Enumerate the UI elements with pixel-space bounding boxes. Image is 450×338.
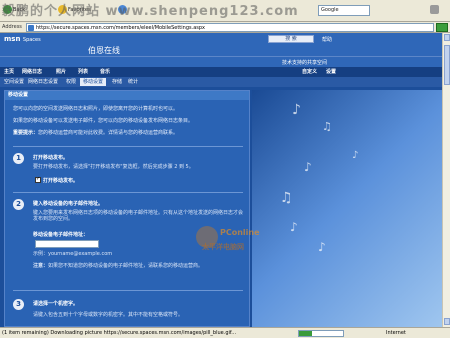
enable-mobile-checkbox[interactable]	[35, 176, 41, 183]
pconline-watermark: PConline 太平洋电脑网	[196, 226, 276, 256]
scrollbar-thumb[interactable]	[444, 45, 450, 85]
back-arrow-icon	[3, 5, 12, 14]
tab-permissions[interactable]: 权限	[66, 78, 76, 86]
back-label: Back	[13, 7, 26, 13]
scroll-down-arrow[interactable]	[444, 318, 450, 325]
address-bar: Address https://secure.spaces.msn.com/me…	[0, 22, 450, 33]
browser-window: Back Favorites Google 毅鹏的个人网站 www.shenpe…	[0, 0, 450, 338]
address-input[interactable]: https://secure.spaces.msn.com/members/el…	[26, 23, 434, 32]
background-decoration: ♪ ♫ ♪ ♫ ♪ ♪ ♪	[252, 90, 442, 327]
watermark-text-2: 太平洋电脑网	[202, 243, 244, 251]
step-1-number: 1	[13, 153, 24, 164]
nav-photos[interactable]: 照片	[56, 68, 66, 76]
nav-settings[interactable]: 设置	[326, 68, 336, 76]
nav-customize[interactable]: 自定义	[302, 68, 317, 76]
refresh-icon	[118, 5, 127, 14]
browser-toolbar: Back Favorites Google	[0, 0, 450, 22]
star-icon	[58, 5, 67, 14]
spaces-header: msn Spaces 伯恩在线 搜 索 帮助 技术支持的共享空间	[0, 33, 442, 67]
step-1: 1 打开移动发布。 要打开移动发布，请选择"打开移动发布"复选框，然后完成步骤 …	[13, 146, 243, 190]
step-2-note: 注意：如果您不知道您的移动设备的电子邮件地址，请联系您的移动运营商。	[33, 263, 245, 269]
step-3-title: 请选择一个机密字。	[33, 301, 79, 307]
step-3-desc: 请键入包含五到十个字母或数字的机密字。其中不能有空格或符号。	[33, 312, 184, 318]
security-zone: Internet	[386, 330, 406, 336]
mobile-email-input[interactable]	[35, 240, 99, 248]
gear-icon	[430, 5, 439, 14]
main-nav: 主页 网络日志 照片 列表 音乐 自定义 设置	[0, 67, 442, 77]
settings-subnav: 空间设置 网络日志设置 权限 移动设置 存储 统计	[0, 77, 442, 87]
nav-home[interactable]: 主页	[4, 68, 14, 76]
powered-by-text: 技术支持的共享空间	[282, 60, 328, 66]
favorites-label: Favorites	[68, 7, 91, 13]
vertical-scrollbar[interactable]	[442, 33, 450, 327]
progress-bar	[298, 330, 344, 337]
status-bar: (1 item remaining) Downloading picture h…	[0, 327, 450, 338]
space-title[interactable]: 伯恩在线	[88, 45, 120, 56]
go-button[interactable]	[436, 23, 448, 32]
step-2-note-label: 注意：	[33, 263, 49, 269]
step-1-title: 打开移动发布。	[33, 155, 69, 161]
tab-blog-settings[interactable]: 网络日志设置	[28, 78, 58, 86]
notice-text: 重要提示：您的移动运营商可能对此收费。详情请与您的移动运营商联系。	[13, 130, 245, 137]
nav-blog[interactable]: 网络日志	[22, 68, 42, 76]
progress-fill	[299, 331, 313, 336]
page-icon	[28, 25, 34, 31]
favorites-button[interactable]: Favorites	[58, 5, 91, 16]
step-2-note-body: 如果您不知道您的移动设备的电子邮件地址，请联系您的移动运营商。	[48, 263, 204, 269]
music-note-icon: ♪	[292, 102, 301, 118]
step-1-desc: 要打开移动发布，请选择"打开移动发布"复选框，然后完成步骤 2 到 5。	[33, 164, 194, 170]
google-search-box[interactable]: Google	[318, 5, 370, 16]
back-button[interactable]: Back	[3, 5, 25, 16]
music-note-icon: ♪	[318, 240, 326, 254]
address-label: Address	[2, 24, 22, 30]
music-note-icon: ♪	[352, 150, 359, 161]
panel-title: 移动设置	[5, 91, 249, 100]
step-2-title: 键入移动设备的电子邮件地址。	[33, 201, 104, 207]
watermark-text-1: PConline	[220, 228, 260, 237]
blog-search-button[interactable]: 搜 索	[268, 35, 314, 43]
intro-text-2: 如果您的移动设备可以发送电子邮件，您可以向您的移动设备发布网络日志条目。	[13, 118, 194, 124]
scroll-up-arrow[interactable]	[444, 34, 450, 41]
notice-body: 您的移动运营商可能对此收费。详情请与您的移动运营商联系。	[38, 130, 179, 136]
nav-music[interactable]: 音乐	[100, 68, 110, 76]
intro-text-1: 您可以向您的空间发送网络日志和照片，即使您离开您的计算机时也可以。	[13, 106, 179, 112]
nav-lists[interactable]: 列表	[78, 68, 88, 76]
refresh-button[interactable]	[118, 5, 128, 16]
google-label: Google	[321, 7, 339, 13]
music-note-icon: ♫	[322, 120, 332, 133]
header-divider	[0, 56, 442, 57]
tab-space-settings[interactable]: 空间设置	[4, 78, 24, 86]
tab-storage[interactable]: 存储	[112, 78, 122, 86]
notice-label: 重要提示：	[13, 130, 39, 136]
tab-mobile-settings[interactable]: 移动设置	[80, 78, 107, 86]
music-note-icon: ♪	[304, 160, 312, 174]
music-note-icon: ♫	[280, 190, 293, 206]
step-2-number: 2	[13, 199, 24, 210]
settings-button[interactable]	[430, 5, 440, 16]
enable-mobile-label[interactable]: 打开移动发布。	[43, 177, 78, 184]
page-content: msn Spaces 伯恩在线 搜 索 帮助 技术支持的共享空间 主页 网络日志…	[0, 33, 442, 327]
help-link[interactable]: 帮助	[322, 36, 332, 43]
music-note-icon: ♪	[290, 220, 298, 234]
tab-statistics[interactable]: 统计	[128, 78, 138, 86]
msn-logo[interactable]: msn Spaces	[4, 35, 41, 43]
address-url: https://secure.spaces.msn.com/members/el…	[36, 25, 205, 31]
step-2-desc: 键入您要用来发布网络日志项的移动设备的电子邮件地址。只有从这个地址发送的网络日志…	[33, 210, 244, 222]
status-text: (1 item remaining) Downloading picture h…	[2, 330, 237, 336]
mobile-settings-panel: 移动设置 您可以向您的空间发送网络日志和照片，即使您离开您的计算机时也可以。 如…	[4, 90, 250, 327]
step-3: 3 请选择一个机密字。 请键入包含五到十个字母或数字的机密字。其中不能有空格或符…	[13, 290, 243, 326]
step-3-number: 3	[13, 299, 24, 310]
